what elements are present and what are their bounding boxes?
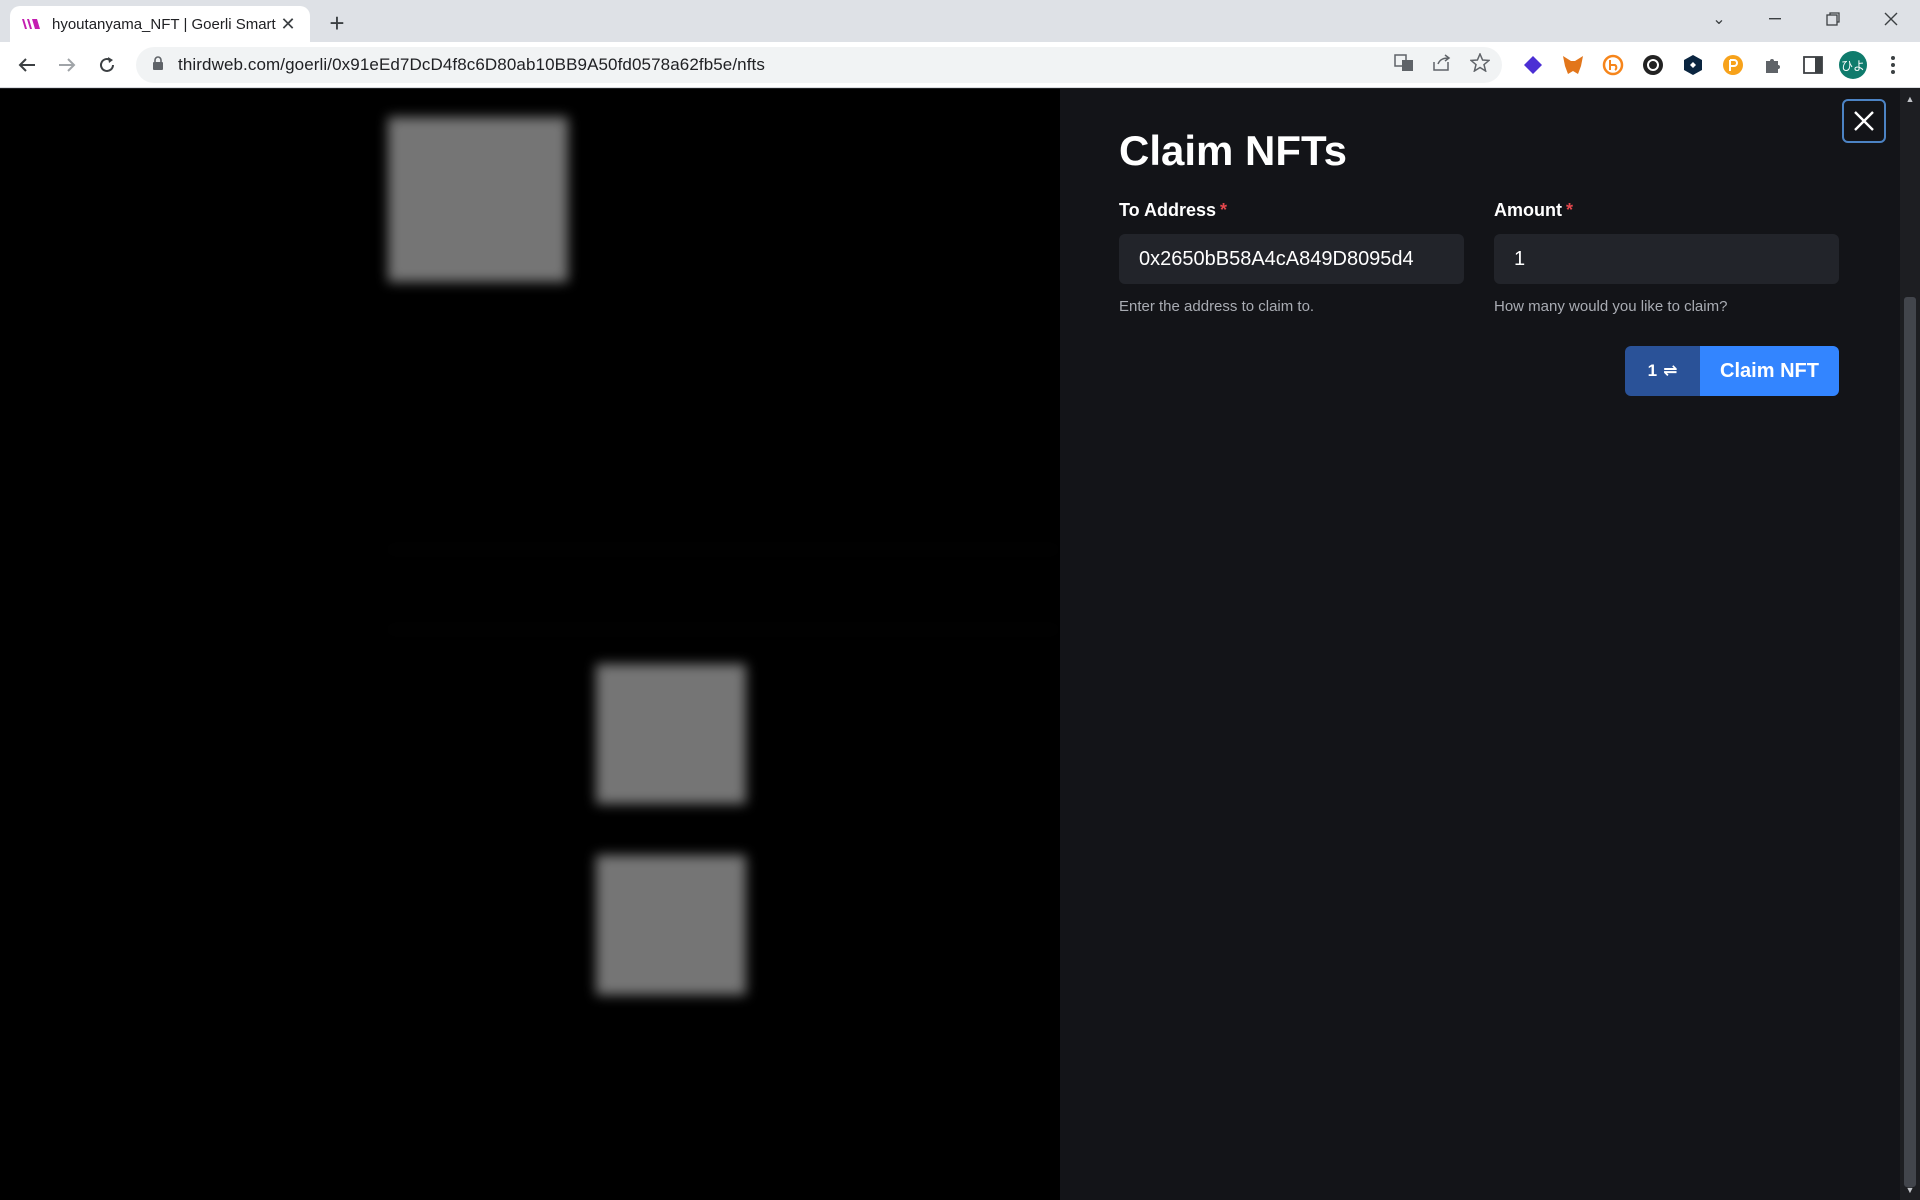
amount-field: Amount * 1 How many would you like to cla… (1494, 200, 1839, 315)
amount-input[interactable]: 1 (1494, 234, 1839, 284)
to-address-label: To Address * (1119, 200, 1228, 220)
blurred-divider (388, 549, 1058, 550)
reload-button[interactable] (92, 50, 122, 80)
blurred-sidebar (30, 129, 270, 374)
scroll-down-arrow-icon[interactable]: ▼ (1900, 1182, 1920, 1198)
close-drawer-button[interactable] (1842, 99, 1886, 143)
address-bar[interactable]: thirdweb.com/goerli/0x91eEd7DcD4f8c6D80a… (136, 47, 1502, 83)
minimize-button[interactable] (1748, 0, 1802, 38)
translate-icon[interactable] (1394, 53, 1414, 77)
bookmark-star-icon[interactable] (1469, 52, 1491, 77)
required-mark: * (1220, 200, 1228, 220)
browser-toolbar: thirdweb.com/goerli/0x91eEd7DcD4f8c6D80a… (0, 42, 1920, 88)
blurred-nft-thumbnail (596, 664, 746, 804)
thirdweb-favicon-icon (22, 16, 40, 32)
amount-label: Amount * (1494, 200, 1573, 220)
claim-nft-button[interactable]: Claim NFT (1700, 346, 1839, 396)
tab-close-icon[interactable]: ✕ (278, 14, 298, 34)
share-icon[interactable] (1432, 53, 1452, 77)
scroll-up-arrow-icon[interactable]: ▲ (1900, 91, 1920, 107)
close-window-button[interactable] (1864, 0, 1918, 38)
required-mark: * (1565, 200, 1573, 220)
extension-hexagon-icon[interactable] (1678, 50, 1708, 80)
claim-nfts-drawer: Claim NFTs To Address * 0x2650bB58A4cA849… (1060, 89, 1900, 1200)
blurred-divider (388, 629, 1058, 630)
blurred-contract-image (388, 117, 568, 282)
drawer-title: Claim NFTs (1119, 127, 1347, 174)
avatar: ひよ (1839, 51, 1867, 79)
extension-orange-outline-icon[interactable] (1598, 50, 1628, 80)
browser-menu-icon[interactable] (1878, 50, 1908, 80)
back-button[interactable] (12, 50, 42, 80)
tab-title: hyoutanyama_NFT | Goerli Smart (52, 15, 276, 33)
claim-count-badge[interactable]: 1 ⇌ (1625, 346, 1700, 396)
to-address-field: To Address * 0x2650bB58A4cA849D8095d4 Ent… (1119, 200, 1464, 315)
extension-orange-p-icon[interactable] (1718, 50, 1748, 80)
scroll-thumb[interactable] (1904, 297, 1916, 1187)
side-panel-icon[interactable] (1798, 50, 1828, 80)
to-address-help: Enter the address to claim to. (1119, 298, 1315, 315)
to-address-input[interactable]: 0x2650bB58A4cA849D8095d4 (1119, 234, 1464, 284)
profile-avatar[interactable]: ひよ (1838, 50, 1868, 80)
url-text: thirdweb.com/goerli/0x91eEd7DcD4f8c6D80a… (178, 55, 765, 74)
swap-arrows-icon: ⇌ (1663, 361, 1678, 380)
new-tab-button[interactable]: + (322, 8, 352, 38)
browser-tab[interactable]: hyoutanyama_NFT | Goerli Smart ✕ (10, 6, 310, 42)
blurred-nft-thumbnail (596, 855, 746, 995)
claim-button-group: 1 ⇌ Claim NFT (1625, 346, 1839, 396)
extension-dark-circle-icon[interactable] (1638, 50, 1668, 80)
metamask-icon[interactable] (1558, 50, 1588, 80)
page-scrollbar[interactable]: ▲ ▼ (1900, 89, 1920, 1200)
restore-button[interactable] (1806, 0, 1860, 38)
forward-button[interactable] (52, 50, 82, 80)
blurred-overlay-content (0, 89, 1060, 1200)
extensions-puzzle-icon[interactable] (1758, 50, 1788, 80)
amount-help: How many would you like to claim? (1494, 298, 1728, 315)
browser-tabbar: hyoutanyama_NFT | Goerli Smart ✕ + ⌄ (0, 0, 1920, 42)
tab-search-icon[interactable]: ⌄ (1692, 0, 1746, 38)
extension-purple-icon[interactable] (1518, 50, 1548, 80)
close-icon (1854, 111, 1874, 131)
lock-icon[interactable] (152, 55, 164, 75)
